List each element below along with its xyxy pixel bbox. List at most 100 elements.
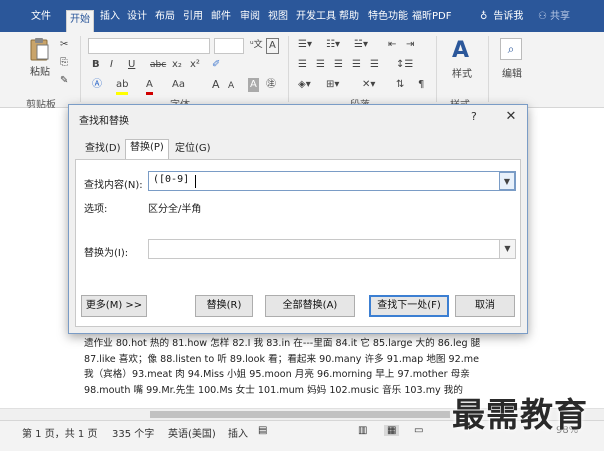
insert-mode[interactable]: 插入 [228, 425, 248, 440]
sort-icon[interactable]: ⇅ [396, 78, 404, 92]
text-caret [195, 175, 196, 188]
more-button[interactable]: 更多(M) >> [81, 295, 147, 317]
grow-font-button[interactable]: A [212, 78, 220, 92]
macro-record-icon[interactable]: ▤ [258, 425, 267, 436]
justify-icon[interactable]: ☰ [352, 58, 361, 72]
cancel-button[interactable]: 取消 [455, 295, 515, 317]
font-color-icon[interactable]: A [146, 78, 153, 95]
close-icon[interactable]: ✕ [497, 107, 525, 127]
highlight-icon[interactable]: ab [116, 78, 129, 95]
paste-icon[interactable] [28, 36, 50, 62]
bold-button[interactable]: B [92, 58, 100, 72]
tab-view[interactable]: 视图 [265, 8, 291, 30]
tab-help[interactable]: 帮助 [336, 8, 362, 30]
web-layout-icon[interactable]: ▭ [414, 425, 423, 436]
font-size-select[interactable] [214, 38, 244, 54]
replace-all-button[interactable]: 全部替换(A) [265, 295, 355, 317]
numbering-icon[interactable]: ☷▾ [326, 38, 340, 52]
subscript-button[interactable]: x₂ [172, 58, 182, 72]
align-left-icon[interactable]: ☰ [298, 58, 307, 72]
divider [436, 36, 437, 102]
find-icon[interactable]: ⌕ [500, 38, 522, 60]
paste-button[interactable]: 粘贴 [30, 66, 50, 80]
tab-foxit-pdf[interactable]: 福昕PDF [409, 8, 454, 30]
clear-format-icon[interactable]: ✐ [212, 58, 220, 72]
document-line: 87.like 喜欢；像 88.listen to 听 89.look 看；看起… [84, 353, 480, 365]
copy-icon[interactable]: ⎘ [60, 56, 68, 70]
ribbon-tab-bar: 文件 开始 插入 设计 布局 引用 邮件 审阅 视图 开发工具 帮助 特色功能 … [0, 0, 604, 32]
superscript-button[interactable]: x² [190, 58, 200, 72]
tab-goto[interactable]: 定位(G) [171, 141, 215, 159]
options-value: 区分全/半角 [148, 204, 202, 215]
editing-button[interactable]: 编辑 [502, 68, 522, 82]
help-button[interactable]: ? [471, 110, 477, 123]
find-what-label: 查找内容(N): [84, 180, 143, 191]
replace-with-input[interactable]: ▼ [148, 239, 516, 259]
enclosed-char-icon[interactable]: ㊟ [266, 78, 276, 92]
read-mode-icon[interactable]: ▥ [358, 425, 367, 436]
multilevel-list-icon[interactable]: ☱▾ [354, 38, 368, 52]
styles-button[interactable]: 样式 [452, 68, 472, 82]
font-name-select[interactable] [88, 38, 210, 54]
tab-references[interactable]: 引用 [180, 8, 206, 30]
font-wen-icon[interactable]: ᵘ文 [250, 38, 263, 52]
replace-button[interactable]: 替换(R) [195, 295, 253, 317]
show-marks-icon[interactable]: ¶ [418, 78, 424, 92]
divider [288, 36, 289, 102]
decrease-indent-icon[interactable]: ⇤ [388, 38, 396, 52]
format-painter-icon[interactable]: ✎ [60, 74, 68, 88]
find-what-value: ([0-9] [153, 174, 190, 185]
align-right-icon[interactable]: ☰ [334, 58, 343, 72]
strikethrough-button[interactable]: abc [150, 58, 166, 72]
chevron-down-icon[interactable]: ▼ [499, 172, 515, 190]
language-status[interactable]: 英语(美国) [168, 425, 216, 440]
distributed-icon[interactable]: ☰ [370, 58, 379, 72]
tell-me-search[interactable]: ♁ 告诉我 [480, 8, 523, 26]
change-case-button[interactable]: Aa [172, 78, 185, 92]
ribbon: 粘贴 ✂ ⎘ ✎ 剪贴板 ᵘ文 A B I U abc x₂ x² ✐ Ⓐ ab… [0, 32, 604, 111]
tab-replace[interactable]: 替换(P) [125, 139, 169, 160]
tab-special[interactable]: 特色功能 [365, 8, 411, 30]
tab-review[interactable]: 审阅 [237, 8, 263, 30]
char-shading-icon[interactable]: A [248, 78, 259, 92]
find-what-input[interactable]: ([0-9] ▼ [148, 171, 516, 191]
find-replace-dialog: 查找和替换 ? ✕ 查找(D) 替换(P) 定位(G) 查找内容(N): ([0… [68, 104, 528, 334]
styles-icon[interactable]: A [452, 38, 469, 63]
scrollbar-thumb[interactable] [150, 411, 450, 418]
text-effects-icon[interactable]: Ⓐ [92, 78, 102, 92]
line-spacing-icon[interactable]: ↕☰ [396, 58, 413, 72]
shading-icon[interactable]: ◈▾ [298, 78, 311, 92]
divider [80, 36, 81, 102]
print-layout-icon[interactable]: ▦ [384, 425, 400, 436]
tab-mailings[interactable]: 邮件 [208, 8, 234, 30]
italic-button[interactable]: I [110, 58, 113, 72]
tab-layout[interactable]: 布局 [152, 8, 178, 30]
tab-home[interactable]: 开始 [66, 10, 94, 32]
person-icon: ⚇ [538, 11, 547, 22]
tab-find[interactable]: 查找(D) [81, 141, 125, 159]
tab-developer[interactable]: 开发工具 [293, 8, 339, 30]
tab-insert[interactable]: 插入 [97, 8, 123, 30]
underline-button[interactable]: U [128, 58, 135, 72]
tab-file[interactable]: 文件 [28, 8, 54, 30]
chevron-down-icon[interactable]: ▼ [499, 240, 515, 258]
divider [488, 36, 489, 102]
share-button[interactable]: ⚇ 共享 [538, 8, 570, 26]
char-border-icon[interactable]: A [266, 38, 279, 54]
shrink-font-button[interactable]: A [228, 79, 234, 93]
replace-with-label: 替换为(I): [84, 248, 129, 259]
align-center-icon[interactable]: ☰ [316, 58, 325, 72]
tab-design[interactable]: 设计 [124, 8, 150, 30]
options-label: 选项: [84, 204, 108, 215]
find-next-button[interactable]: 查找下一处(F) [369, 295, 449, 317]
document-line: 遗作业 80.hot 热的 81.how 怎样 82.I 我 83.in 在--… [84, 338, 481, 349]
watermark-logo: 最需教育 [452, 395, 588, 434]
cut-icon[interactable]: ✂ [60, 38, 68, 52]
lightbulb-icon: ♁ [480, 11, 488, 22]
increase-indent-icon[interactable]: ⇥ [406, 38, 414, 52]
page-count[interactable]: 第 1 页，共 1 页 [22, 425, 97, 440]
word-count[interactable]: 335 个字 [112, 425, 154, 440]
borders-icon[interactable]: ⊞▾ [326, 78, 339, 92]
bullets-icon[interactable]: ☰▾ [298, 38, 312, 52]
chinese-layout-icon[interactable]: ✕▾ [362, 78, 375, 92]
